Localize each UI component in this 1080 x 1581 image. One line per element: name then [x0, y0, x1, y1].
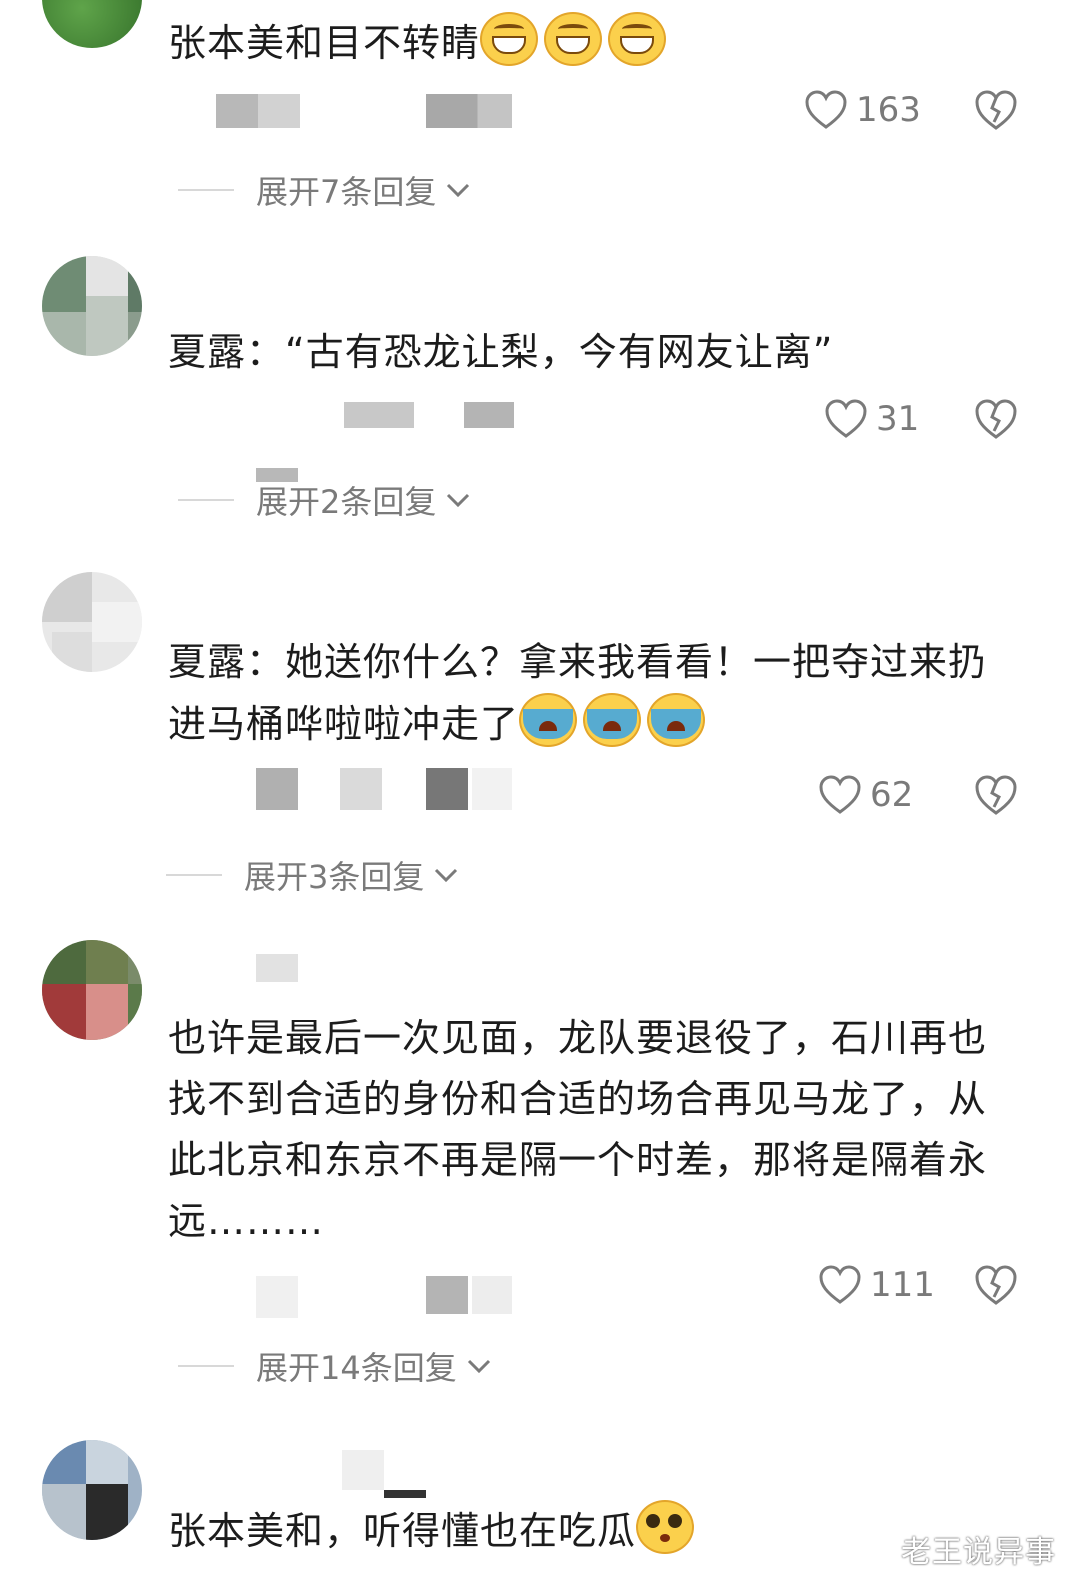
crying-emoji-icon: [647, 693, 706, 747]
crying-emoji-icon: [519, 693, 578, 747]
chevron-down-icon: [467, 1359, 490, 1374]
crying-emoji-icon: [583, 693, 642, 747]
chevron-down-icon: [447, 493, 470, 508]
dislike-heart-icon[interactable]: [974, 773, 1018, 817]
like-button[interactable]: 31: [824, 394, 919, 444]
divider-line: [178, 499, 234, 501]
mosaic-block: [256, 1276, 298, 1318]
comment-text-content: 张本美和，听得懂也在吃瓜: [168, 1509, 637, 1553]
like-count: 62: [870, 775, 914, 815]
mosaic-block: [472, 768, 512, 810]
chevron-down-icon: [447, 183, 470, 198]
pleading-face-emoji-icon: [636, 1500, 695, 1554]
like-count: 31: [876, 399, 920, 439]
like-button[interactable]: 163: [804, 85, 921, 135]
divider-line: [178, 189, 234, 191]
comment-meta-blurred: [168, 396, 548, 436]
avatar[interactable]: [42, 940, 142, 1040]
grinning-emoji-icon: [544, 12, 603, 66]
avatar[interactable]: [42, 0, 142, 48]
like-count: 111: [870, 1265, 935, 1305]
heart-icon: [819, 775, 861, 814]
expand-label: 展开3条回复: [244, 858, 425, 896]
avatar[interactable]: [42, 1440, 142, 1540]
expand-replies-button[interactable]: 展开7条回复: [178, 167, 472, 213]
comment-text-line: 夏露：她送你什么？拿来我看看！一把夺过来扔: [168, 640, 988, 684]
comment-text-line: 找不到合适的身份和合适的场合再见马龙了，从: [168, 1077, 988, 1121]
comment-text: 夏露：“古有恐龙让梨，今有网友让离”: [168, 330, 834, 374]
dislike-heart-icon[interactable]: [974, 397, 1018, 441]
divider-line: [166, 874, 222, 876]
grinning-emoji-icon: [480, 12, 539, 66]
dislike-heart-icon[interactable]: [974, 88, 1018, 132]
like-button[interactable]: 62: [818, 770, 913, 820]
like-button[interactable]: 111: [818, 1260, 935, 1310]
watermark: 老王说异事: [901, 1535, 1056, 1570]
divider-line: [178, 1365, 234, 1367]
comment-text-line: 也许是最后一次见面，龙队要退役了，石川再也: [168, 1016, 988, 1060]
mosaic-block: [384, 1490, 426, 1498]
expand-replies-button[interactable]: 展开2条回复: [178, 477, 472, 523]
comment-text-line: 此北京和东京不再是隔一个时差，那将是隔着永: [168, 1138, 988, 1182]
expand-replies-button[interactable]: 展开3条回复: [166, 852, 460, 898]
mosaic-block: [426, 94, 512, 128]
mosaic-block: [256, 768, 298, 810]
mosaic-block: [472, 1276, 512, 1314]
expand-replies-button[interactable]: 展开14条回复: [178, 1343, 493, 1389]
comment-text: 也许是最后一次见面，龙队要退役了，石川再也 找不到合适的身份和合适的场合再见马龙…: [168, 1008, 1028, 1252]
mosaic-block: [426, 768, 468, 810]
comment-text: 张本美和，听得懂也在吃瓜: [168, 1500, 1028, 1562]
comment-text: 张本美和目不转睛: [168, 12, 1028, 74]
avatar[interactable]: [42, 572, 142, 672]
comment-text-line: 进马桶哗啦啦冲走了: [168, 693, 1028, 755]
mosaic-block: [256, 954, 298, 982]
mosaic-block: [426, 1276, 468, 1314]
heart-icon: [805, 90, 847, 129]
comment-meta-blurred: [168, 92, 528, 132]
comment-text-line: 远………: [168, 1199, 325, 1243]
expand-label: 展开14条回复: [256, 1349, 457, 1387]
comment-text-content: 进马桶哗啦啦冲走了: [168, 702, 520, 746]
heart-icon: [819, 1265, 861, 1304]
dislike-heart-icon[interactable]: [974, 1263, 1018, 1307]
chevron-down-icon: [435, 868, 458, 883]
mosaic-block: [344, 402, 414, 428]
expand-label: 展开7条回复: [256, 173, 437, 211]
mosaic-block: [342, 1450, 384, 1490]
comment-text-content: 张本美和目不转睛: [168, 21, 481, 65]
mosaic-block: [340, 768, 382, 810]
comment-text: 夏露：她送你什么？拿来我看看！一把夺过来扔 进马桶哗啦啦冲走了: [168, 632, 1028, 755]
heart-icon: [825, 399, 867, 438]
like-count: 163: [856, 90, 921, 130]
grinning-emoji-icon: [608, 12, 667, 66]
avatar[interactable]: [42, 256, 142, 356]
mosaic-block: [464, 402, 514, 428]
comment-meta-blurred: [168, 1276, 528, 1318]
mosaic-block: [216, 94, 300, 128]
comment-meta-blurred: [168, 768, 528, 810]
expand-label: 展开2条回复: [256, 483, 437, 521]
